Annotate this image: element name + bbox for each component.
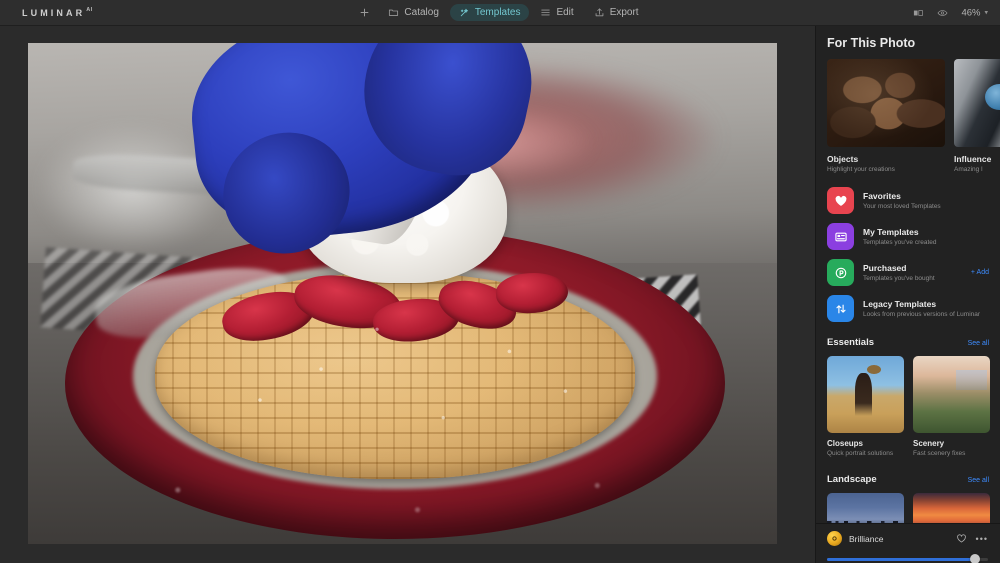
card-title: Scenery xyxy=(913,439,945,448)
template-card-city[interactable] xyxy=(827,492,904,523)
coffee-beans-thumbnail xyxy=(827,59,945,147)
category-subtitle: Templates you've bought xyxy=(863,275,935,282)
template-card-icon xyxy=(827,223,854,250)
heart-icon xyxy=(827,187,854,214)
chevron-down-icon: ▾ xyxy=(984,9,988,17)
tab-catalog-label: Catalog xyxy=(404,7,439,18)
photo-canvas[interactable]: 12/31/10BEST BY xyxy=(0,26,815,563)
card-title: Objects xyxy=(827,154,859,164)
for-this-photo-card-objects[interactable]: Objects Highlight your creations xyxy=(827,59,945,173)
slider-knob[interactable] xyxy=(970,554,981,563)
tab-templates[interactable]: Templates xyxy=(449,4,530,21)
category-my-templates[interactable]: My Templates Templates you've created xyxy=(827,223,989,250)
section-header: Essentials See all xyxy=(827,337,989,348)
add-purchased-button[interactable]: + Add xyxy=(967,269,989,276)
tab-export[interactable]: Export xyxy=(585,4,648,21)
export-upload-icon xyxy=(594,7,605,18)
plus-icon xyxy=(359,7,370,18)
slider-fill xyxy=(827,558,976,561)
panel-title: For This Photo xyxy=(827,36,916,50)
card-title: Influence xyxy=(954,154,992,164)
main-nav: Catalog Templates Edit Export xyxy=(352,4,647,21)
catalog-icon xyxy=(388,7,399,18)
photo-table-crumbs xyxy=(28,453,777,544)
section-title: Essentials xyxy=(827,337,874,348)
section-cards: Closeups Quick portrait solutions Scener… xyxy=(827,356,990,459)
app-logo: LUMINAR AI xyxy=(22,6,93,18)
template-categories: Favorites Your most loved Templates My T… xyxy=(816,173,1000,322)
influence-thumbnail xyxy=(954,59,1000,147)
section-title: Landscape xyxy=(827,473,877,485)
add-button[interactable] xyxy=(352,4,377,21)
for-this-photo-card-influence[interactable]: Influence Amazing l xyxy=(954,59,1000,173)
luminar-app-window: LUMINAR AI Catalog Templates Edit Export… xyxy=(0,0,1000,563)
workspace: 12/31/10BEST BY For This Photo xyxy=(0,26,1000,563)
preset-name: Brilliance xyxy=(849,533,884,544)
templates-panel: For This Photo Objects Highlight your cr… xyxy=(815,26,1000,563)
card-subtitle: Fast scenery fixes xyxy=(913,450,966,457)
edit-sliders-icon xyxy=(540,7,551,18)
tab-edit[interactable]: Edit xyxy=(531,4,582,21)
templates-panel-scroll[interactable]: For This Photo Objects Highlight your cr… xyxy=(816,26,1000,523)
see-all-landscape-link[interactable]: See all xyxy=(968,477,989,484)
card-subtitle: Amazing l xyxy=(954,166,983,173)
zoom-control[interactable]: 46% ▾ xyxy=(961,7,988,18)
tab-catalog[interactable]: Catalog xyxy=(379,4,447,21)
tab-export-label: Export xyxy=(609,7,639,18)
preset-strength-slider[interactable] xyxy=(827,554,988,563)
photo-preview[interactable]: 12/31/10BEST BY xyxy=(28,43,777,544)
zoom-level-label: 46% xyxy=(961,7,981,18)
card-title: Closeups xyxy=(827,439,864,448)
brilliance-icon xyxy=(827,531,842,546)
template-card-sunset[interactable] xyxy=(913,492,990,523)
section-cards xyxy=(827,492,990,523)
template-card-scenery[interactable]: Scenery Fast scenery fixes xyxy=(913,356,990,459)
category-subtitle: Your most loved Templates xyxy=(863,203,941,210)
category-title: Legacy Templates xyxy=(863,299,937,309)
preset-row: Brilliance ••• xyxy=(827,531,988,546)
category-title: Favorites xyxy=(863,191,901,201)
section-essentials: Essentials See all Closeups Quick portra… xyxy=(816,322,1000,459)
closeups-thumbnail xyxy=(827,356,904,433)
top-toolbar: LUMINAR AI Catalog Templates Edit Export… xyxy=(0,0,1000,26)
card-subtitle: Highlight your creations xyxy=(827,166,895,173)
preset-actions: ••• xyxy=(956,533,988,544)
category-subtitle: Looks from previous versions of Luminar xyxy=(863,311,981,318)
scenery-thumbnail xyxy=(913,356,990,433)
see-all-essentials-link[interactable]: See all xyxy=(968,340,989,347)
tab-edit-label: Edit xyxy=(556,7,574,18)
template-card-closeups[interactable]: Closeups Quick portrait solutions xyxy=(827,356,904,459)
category-purchased[interactable]: Purchased Templates you've bought + Add xyxy=(827,259,989,286)
section-landscape: Landscape See all xyxy=(816,459,1000,523)
section-header: Landscape See all xyxy=(827,474,989,485)
photo-powdered-sugar xyxy=(147,263,658,484)
for-this-photo-row: Objects Highlight your creations Influen… xyxy=(816,59,1000,173)
sunset-water-thumbnail xyxy=(913,492,990,523)
active-preset-dock: Brilliance ••• xyxy=(816,523,1000,563)
brand-superscript: AI xyxy=(86,6,93,13)
card-subtitle: Quick portrait solutions xyxy=(827,450,894,457)
swap-arrows-icon xyxy=(827,295,854,322)
category-legacy-templates[interactable]: Legacy Templates Looks from previous ver… xyxy=(827,295,989,322)
price-tag-icon xyxy=(827,259,854,286)
eye-icon[interactable] xyxy=(937,7,948,18)
category-favorites[interactable]: Favorites Your most loved Templates xyxy=(827,187,989,214)
top-right-controls: 46% ▾ xyxy=(913,7,988,18)
city-skyline-thumbnail xyxy=(827,492,904,523)
category-subtitle: Templates you've created xyxy=(863,239,937,246)
photo-image: 12/31/10BEST BY xyxy=(28,43,777,544)
tab-templates-label: Templates xyxy=(474,7,521,18)
category-title: Purchased xyxy=(863,263,907,273)
split-view-icon[interactable] xyxy=(913,7,924,18)
templates-wand-icon xyxy=(459,7,470,18)
category-title: My Templates xyxy=(863,227,919,237)
heart-outline-icon[interactable] xyxy=(956,533,967,544)
brand-name: LUMINAR xyxy=(22,7,86,18)
more-dots-icon[interactable]: ••• xyxy=(976,534,988,543)
